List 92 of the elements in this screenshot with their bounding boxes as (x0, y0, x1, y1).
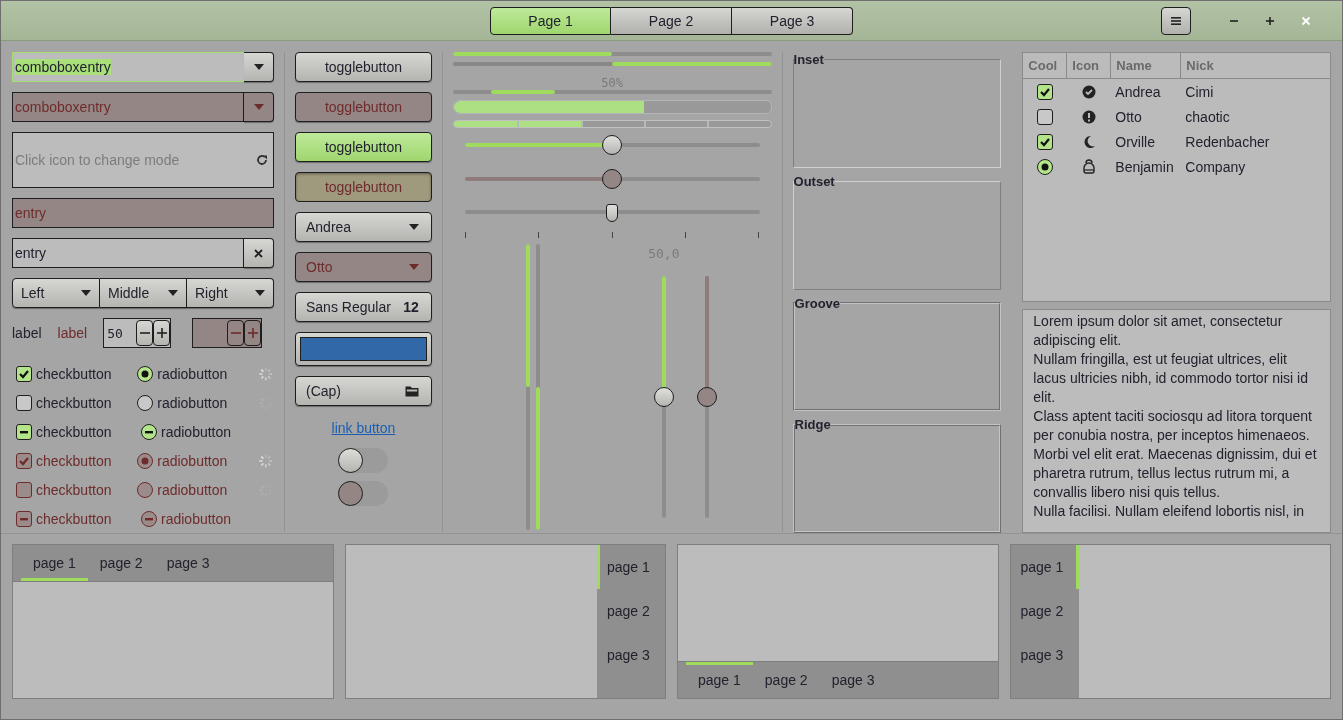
page-tab[interactable]: Page 3 (732, 6, 853, 35)
table-cell-text: Orville (1114, 133, 1156, 150)
dropdown[interactable]: Middle (100, 278, 187, 308)
switch[interactable] (338, 448, 389, 473)
slider-handle[interactable] (653, 387, 674, 407)
page-tab[interactable]: Page 2 (611, 6, 732, 35)
text-view[interactable] (1022, 309, 1331, 533)
tab[interactable]: page 1 (597, 545, 665, 589)
dropdown-button[interactable] (244, 52, 274, 82)
tab[interactable]: page 2 (752, 662, 820, 698)
radio-button[interactable] (1037, 158, 1054, 175)
column-header[interactable]: Cool (1023, 53, 1068, 78)
checkbox[interactable] (1037, 108, 1054, 125)
label: label (57, 325, 88, 341)
radio-button[interactable]: radiobutton (137, 394, 259, 411)
tab[interactable]: page 2 (87, 545, 155, 581)
checkbox[interactable]: checkbutton (16, 394, 138, 411)
caret-icon (408, 224, 419, 230)
slider[interactable] (696, 276, 717, 518)
tab[interactable]: page 3 (1010, 633, 1079, 677)
paragraph: Nullam fringilla, est ut feugiat ultrices, elit lacus ultricies nibh, id commodo tortor nisi id elit. (1033, 350, 1309, 407)
column-header[interactable]: Nick (1181, 53, 1330, 78)
tab[interactable]: page 3 (154, 545, 222, 581)
tab[interactable]: page 3 (597, 633, 665, 677)
slider-handle[interactable] (602, 135, 623, 155)
checkbox[interactable]: checkbutton (16, 423, 141, 440)
dropdown[interactable]: Andrea (295, 212, 432, 242)
table-cell-text: Cimi (1184, 83, 1215, 100)
tab[interactable]: page 1 (21, 545, 88, 581)
file-button[interactable]: (Cap) (295, 376, 432, 406)
combo-entry-field[interactable]: comboboxentry (12, 52, 244, 82)
slider[interactable] (464, 202, 760, 222)
checkbox[interactable] (1037, 83, 1054, 100)
folder-icon (404, 385, 419, 397)
table-cell-text: Benjamin (1114, 158, 1175, 175)
dropdown[interactable]: Right (187, 278, 274, 308)
paragraph: Class aptent taciti sociosqu ad litora torquent per conubia nostra, per inceptos himenaeos. (1033, 407, 1313, 445)
caret-icon (255, 290, 265, 296)
menu-icon (1170, 14, 1182, 27)
moon-icon (1082, 134, 1097, 149)
menu-button[interactable] (1161, 6, 1191, 35)
caret-icon (81, 290, 91, 296)
frame-label: Inset (793, 52, 824, 67)
paragraph: Morbi vel elit erat. Maecenas dignissim, dui et pharetra rutrum, tellus lectus rutrum mi, a convallis libero nisi quis tellus. (1033, 445, 1318, 502)
table-cell-text: Otto (1114, 108, 1143, 125)
tab[interactable]: page 1 (1010, 545, 1079, 589)
check-circle-icon (1082, 84, 1097, 99)
caret-icon (168, 290, 178, 296)
checkbox[interactable]: checkbutton (16, 365, 138, 382)
paragraph: Nulla facilisi. Nullam eleifend lobortis nisl, in (1033, 502, 1306, 521)
slider[interactable] (653, 276, 674, 518)
tab[interactable]: page 2 (597, 589, 665, 633)
caret-icon (253, 64, 264, 70)
tab[interactable]: page 3 (819, 662, 887, 698)
dropdown-button[interactable] (244, 92, 274, 122)
table-cell-text: Company (1184, 158, 1247, 175)
frame-label: Ridge (794, 417, 831, 433)
column-header[interactable]: Name (1111, 53, 1182, 78)
warning-icon (1082, 109, 1097, 124)
input-field[interactable]: entry (12, 238, 244, 268)
label: label (12, 325, 42, 341)
dropdown[interactable]: Left (12, 278, 100, 308)
emblem-icon (1081, 158, 1098, 175)
radio-button[interactable]: radiobutton (137, 365, 259, 382)
slider-handle[interactable] (606, 204, 619, 222)
tab[interactable]: page 1 (686, 662, 753, 698)
link[interactable]: link button (331, 420, 396, 436)
frame-label: Groove (794, 295, 841, 311)
plus-icon[interactable] (153, 320, 171, 346)
slider[interactable] (464, 135, 760, 155)
spin-button[interactable]: 50 (103, 318, 172, 348)
table-cell-text: Redenbacher (1184, 133, 1271, 150)
maximize-icon[interactable] (1265, 15, 1275, 26)
table-cell-text: Andrea (1114, 83, 1162, 100)
caret-icon (253, 104, 264, 110)
page-tab[interactable]: Page 1 (490, 6, 611, 35)
minus-icon[interactable] (136, 320, 154, 346)
toggle-button[interactable]: togglebutton (295, 132, 432, 162)
table-cell-text: chaotic (1184, 108, 1231, 125)
radio-button[interactable]: radiobutton (141, 423, 266, 440)
font-button[interactable]: Sans Regular 12 (295, 292, 432, 322)
caret-icon (408, 264, 419, 270)
refresh-icon[interactable] (255, 153, 269, 167)
frame-label: Outset (793, 173, 835, 189)
clear-button[interactable] (244, 238, 274, 268)
toggle-button[interactable]: togglebutton (295, 52, 432, 82)
column-header[interactable]: Icon (1067, 53, 1112, 78)
paragraph: Lorem ipsum dolor sit amet, consectetur adipiscing elit. (1033, 312, 1284, 350)
tab[interactable]: page 2 (1010, 589, 1079, 633)
clear-icon (254, 248, 263, 258)
checkbox[interactable] (1037, 133, 1054, 150)
slider[interactable] (464, 169, 760, 189)
